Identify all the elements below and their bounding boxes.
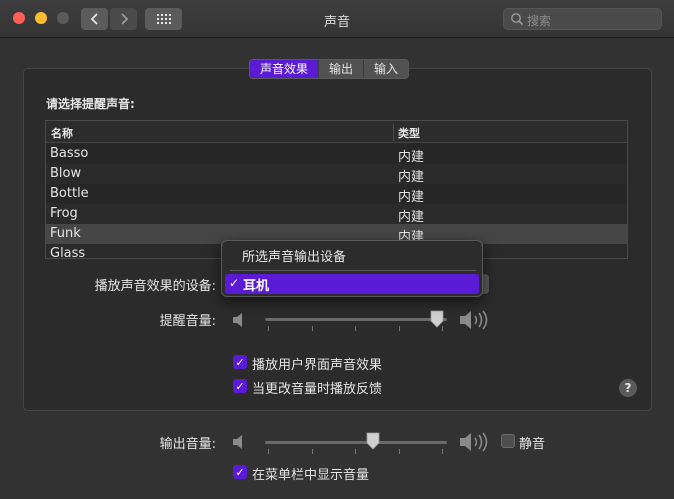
show-volume-menubar-checkbox[interactable]: ✓ [233,465,247,479]
sound-name: Frog [50,206,78,221]
sound-preferences-window: 声音 搜索 声音效果 输出 输入 请选择提醒声音: 名称 类型 Basso 内建 [0,0,674,499]
alert-sound-table[interactable]: 名称 类型 Basso 内建 Blow 内建 Bottle 内建 Frog 内建… [45,120,628,259]
sound-name: Bottle [50,186,89,201]
device-dropdown-menu: 所选声音输出设备 ✓ 耳机 [221,240,483,297]
help-button[interactable]: ? [619,379,637,397]
tab-sound-effects[interactable]: 声音效果 [250,60,320,78]
volume-feedback-label: 当更改音量时播放反馈 [252,382,383,397]
sound-type: 内建 [398,190,425,205]
sound-name: Basso [50,146,89,161]
title-bar: 声音 搜索 [0,0,674,38]
alert-volume-ticks [265,326,447,331]
sound-type: 内建 [398,210,425,225]
sound-type: 内建 [398,150,425,165]
table-row[interactable]: Basso 内建 [46,144,627,165]
speaker-loud-icon [460,432,488,452]
checkmark-icon: ✓ [229,276,240,290]
device-label: 播放声音效果的设备: [94,279,216,294]
speaker-quiet-icon [233,313,242,327]
sound-name: Funk [50,226,81,241]
table-row[interactable]: Bottle 内建 [46,184,627,205]
search-icon [511,13,524,26]
tab-bar: 声音效果 输出 输入 [249,59,410,79]
menu-item-selected-output-device[interactable]: 所选声音输出设备 [242,246,346,265]
output-volume-ticks [265,449,447,454]
table-row[interactable]: Frog 内建 [46,204,627,225]
output-volume-slider[interactable] [265,441,447,444]
ui-sounds-checkbox[interactable]: ✓ [233,355,247,369]
ui-sounds-label: 播放用户界面声音效果 [252,358,383,373]
column-header-type[interactable]: 类型 [398,125,420,141]
column-header-name[interactable]: 名称 [51,125,73,141]
speaker-quiet-icon [233,435,242,449]
menu-item-headphones-label: 耳机 [243,279,270,294]
alert-sound-prompt: 请选择提醒声音: [46,97,135,111]
alert-volume-slider[interactable] [265,318,447,321]
tab-input[interactable]: 输入 [364,60,409,78]
sound-name: Glass [50,246,86,259]
speaker-loud-icon [460,310,488,330]
menu-item-headphones[interactable]: ✓ 耳机 [225,274,479,294]
search-field[interactable]: 搜索 [503,8,662,30]
table-header: 名称 类型 [46,121,627,143]
sound-name: Blow [50,166,82,181]
tab-output[interactable]: 输出 [319,60,365,78]
alert-volume-knob[interactable] [430,310,444,328]
show-volume-menubar-label: 在菜单栏中显示音量 [252,468,370,483]
column-divider [393,123,394,141]
output-volume-knob[interactable] [366,432,380,450]
mute-label: 静音 [519,437,546,452]
output-volume-label: 输出音量: [159,437,216,452]
alert-volume-label: 提醒音量: [159,314,216,329]
search-placeholder: 搜索 [527,14,552,28]
sound-type: 内建 [398,170,425,185]
table-row[interactable]: Blow 内建 [46,164,627,185]
mute-checkbox[interactable] [501,434,515,448]
menu-divider [230,270,476,271]
volume-feedback-checkbox[interactable]: ✓ [233,379,247,393]
